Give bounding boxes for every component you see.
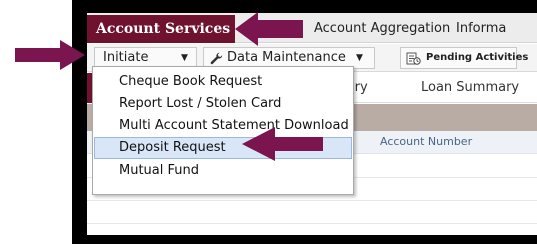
arrow-icon bbox=[235, 12, 303, 46]
arrow-icon bbox=[15, 40, 85, 70]
arrow-icon bbox=[242, 127, 323, 161]
annotation-arrows bbox=[15, 12, 323, 161]
